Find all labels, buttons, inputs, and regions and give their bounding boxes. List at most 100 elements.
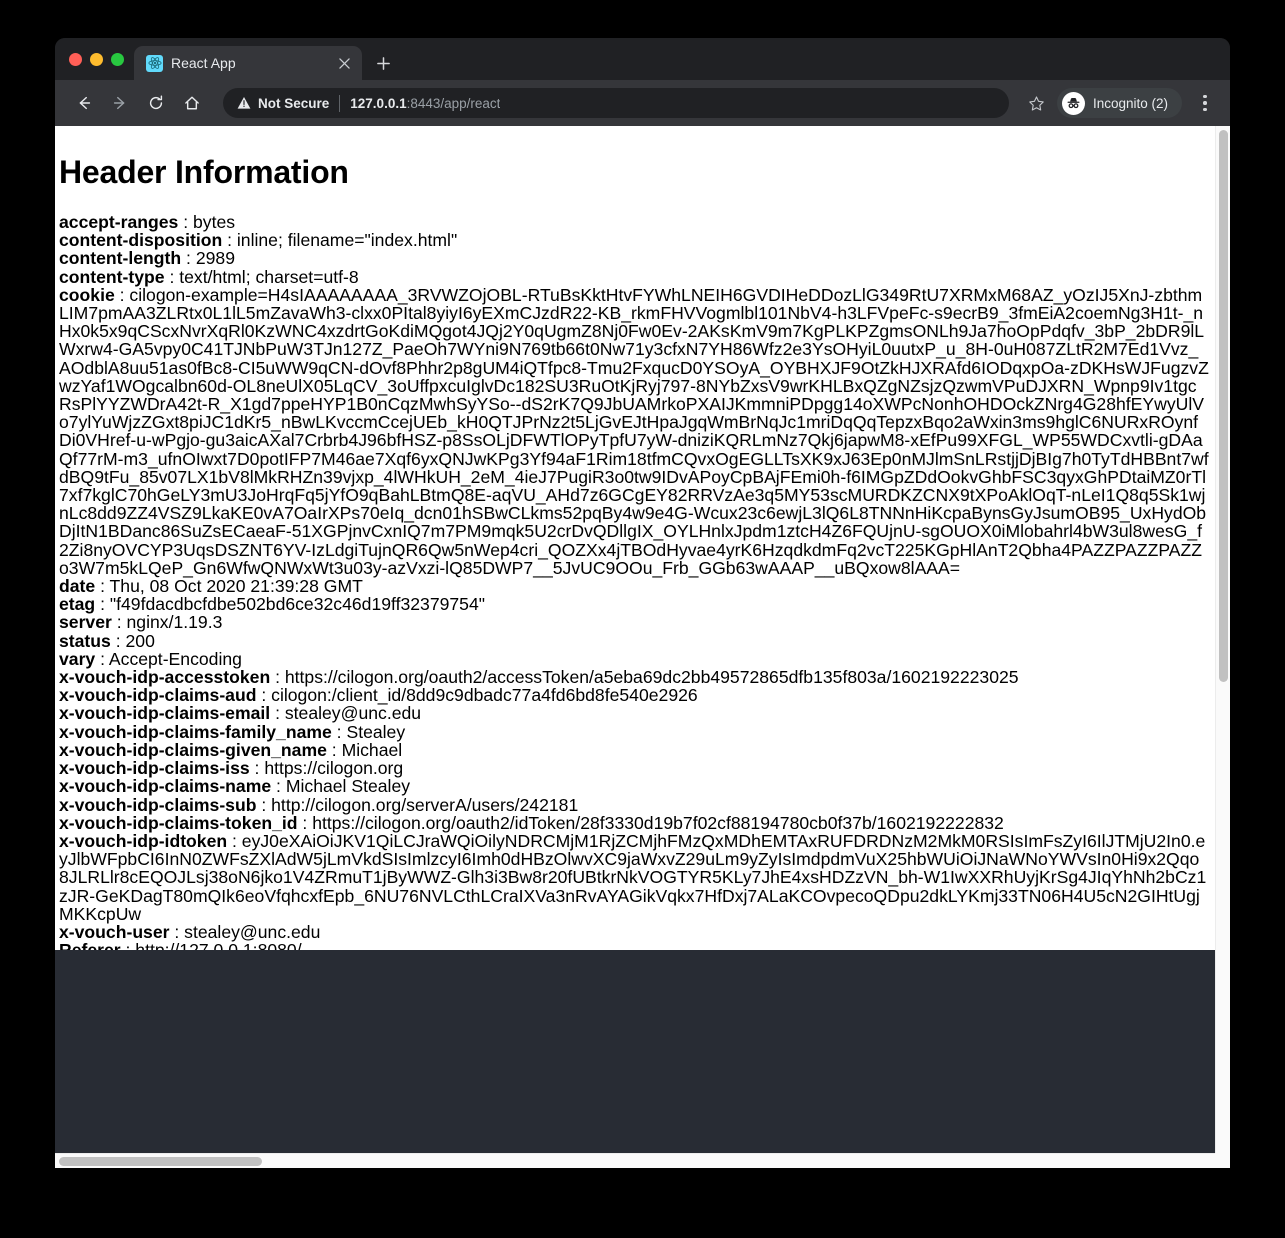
- header-separator: :: [95, 576, 110, 597]
- forward-button[interactable]: [105, 88, 135, 118]
- web-page: Header Information accept-ranges : bytes…: [55, 126, 1215, 1153]
- header-value: Michael Stealey: [285, 776, 411, 797]
- url-text[interactable]: 127.0.0.1:8443/app/react: [350, 96, 500, 111]
- header-value: bytes: [192, 212, 236, 232]
- header-separator: :: [256, 685, 272, 706]
- header-value: http://cilogon.org/serverA/users/242181: [271, 794, 579, 815]
- header-separator: :: [181, 248, 196, 269]
- maximize-window-button[interactable]: [111, 52, 124, 66]
- header-value: Michael: [341, 739, 403, 760]
- header-key: accept-ranges: [59, 212, 179, 232]
- address-bar[interactable]: Not Secure 127.0.0.1:8443/app/react: [223, 88, 1009, 118]
- browser-tab[interactable]: React App: [134, 46, 362, 80]
- scrollbar-corner: [1215, 1153, 1230, 1168]
- header-separator: :: [326, 739, 342, 760]
- header-row: x-vouch-idp-accesstoken : https://cilogo…: [59, 668, 1209, 686]
- header-key: x-vouch-idp-claims-family_name: [59, 721, 332, 742]
- reload-button[interactable]: [141, 88, 171, 118]
- home-button[interactable]: [177, 88, 207, 118]
- header-separator: :: [271, 776, 286, 797]
- incognito-icon: [1061, 91, 1085, 115]
- header-separator: :: [169, 921, 185, 942]
- header-key: x-vouch-idp-claims-name: [59, 776, 272, 797]
- header-separator: :: [110, 630, 126, 651]
- page-content-area: Header Information accept-ranges : bytes…: [55, 126, 1215, 950]
- three-dots-vertical-icon[interactable]: [1192, 88, 1218, 118]
- vertical-scrollbar[interactable]: [1215, 126, 1230, 1153]
- url-host: 127.0.0.1: [350, 95, 407, 111]
- header-value: https://cilogon.org/oauth2/accessToken/a…: [284, 667, 1019, 688]
- tab-title: React App: [171, 55, 236, 71]
- header-value: cilogon:/client_id/8dd9c9dbadc77a4fd6bd8…: [271, 685, 698, 706]
- header-separator: :: [270, 667, 285, 688]
- header-value: https://cilogon.org: [264, 758, 404, 779]
- header-value: http://127.0.0.1:8080/: [135, 940, 301, 950]
- back-button[interactable]: [69, 88, 99, 118]
- header-separator: :: [227, 830, 242, 851]
- header-key: x-vouch-idp-claims-email: [59, 703, 271, 724]
- close-icon[interactable]: [334, 53, 354, 73]
- header-key: x-vouch-idp-claims-token_id: [59, 812, 298, 833]
- header-row: x-vouch-idp-claims-email : stealey@unc.e…: [59, 704, 1209, 722]
- header-row: vary : Accept-Encoding: [59, 650, 1209, 668]
- header-value: 200: [125, 630, 155, 651]
- header-row: x-vouch-idp-claims-aud : cilogon:/client…: [59, 686, 1209, 704]
- browser-window: React App Not Secure 127.0.0.1:8443/app/…: [55, 38, 1230, 1168]
- header-row: x-vouch-idp-claims-name : Michael Steale…: [59, 777, 1209, 795]
- incognito-label: Incognito (2): [1092, 95, 1168, 111]
- header-value: https://cilogon.org/oauth2/idToken/28f33…: [312, 812, 1004, 833]
- header-row: x-vouch-idp-claims-iss : https://cilogon…: [59, 759, 1209, 777]
- header-value: cilogon-example=H4sIAAAAAAAA_3RVWZOjOBL-…: [59, 284, 1209, 578]
- header-row: etag : "f49fdacdbcfdbe502bd6ce32c46d19ff…: [59, 595, 1209, 613]
- screenshot-root: React App Not Secure 127.0.0.1:8443/app/…: [0, 0, 1285, 1238]
- header-separator: :: [256, 794, 272, 815]
- header-value: text/html; charset=utf-8: [179, 266, 359, 287]
- header-row: x-vouch-idp-claims-sub : http://cilogon.…: [59, 794, 1209, 815]
- header-key: x-vouch-idp-claims-iss: [59, 758, 250, 779]
- header-row: x-vouch-idp-claims-family_name : Stealey: [59, 723, 1209, 741]
- header-row: date : Thu, 08 Oct 2020 21:39:28 GMT: [59, 577, 1209, 595]
- security-indicator[interactable]: Not Secure: [237, 96, 329, 111]
- header-value: Accept-Encoding: [108, 648, 242, 669]
- minimize-window-button[interactable]: [90, 52, 103, 66]
- header-separator: :: [222, 230, 237, 251]
- header-separator: :: [164, 266, 180, 287]
- header-row: x-vouch-idp-claims-given_name : Michael: [59, 741, 1209, 759]
- header-separator: :: [111, 612, 127, 633]
- header-value: stealey@unc.edu: [284, 703, 422, 724]
- header-key: x-vouch-idp-claims-aud: [59, 685, 257, 706]
- header-key: etag: [59, 594, 96, 615]
- header-value: stealey@unc.edu: [184, 921, 321, 942]
- header-separator: :: [297, 812, 313, 833]
- incognito-profile-chip[interactable]: Incognito (2): [1056, 88, 1182, 118]
- header-key: server: [59, 612, 112, 633]
- header-separator: :: [95, 594, 110, 615]
- header-separator: :: [270, 703, 285, 724]
- star-icon[interactable]: [1023, 89, 1051, 117]
- header-row: x-vouch-user : stealey@unc.edu: [59, 923, 1209, 941]
- header-key: status: [59, 630, 111, 651]
- header-separator: :: [331, 721, 347, 742]
- header-key: date: [59, 576, 96, 597]
- close-window-button[interactable]: [69, 52, 82, 66]
- header-value: nginx/1.19.3: [126, 612, 223, 633]
- header-separator: :: [178, 212, 193, 232]
- new-tab-button[interactable]: [368, 48, 398, 78]
- header-value: Thu, 08 Oct 2020 21:39:28 GMT: [109, 576, 363, 597]
- header-row: status : 200: [59, 632, 1209, 650]
- header-row: Referer : http://127.0.0.1:8080/: [59, 941, 1209, 950]
- header-row: content-type : text/html; charset=utf-8: [59, 268, 1209, 286]
- horizontal-scrollbar-thumb[interactable]: [59, 1157, 262, 1166]
- header-row: x-vouch-idp-claims-token_id : https://ci…: [59, 814, 1209, 832]
- header-row: x-vouch-idp-idtoken : eyJ0eXAiOiJKV1QiLC…: [59, 832, 1209, 923]
- header-row: content-length : 2989: [59, 249, 1209, 267]
- react-logo-icon: [146, 54, 163, 72]
- header-row: server : nginx/1.19.3: [59, 613, 1209, 631]
- vertical-scrollbar-thumb[interactable]: [1219, 130, 1228, 682]
- header-value: inline; filename="index.html": [236, 230, 458, 251]
- header-separator: :: [95, 648, 109, 669]
- horizontal-scrollbar[interactable]: [55, 1153, 1230, 1168]
- header-key: x-vouch-user: [59, 921, 170, 942]
- header-information-panel: Header Information accept-ranges : bytes…: [55, 154, 1215, 950]
- header-key: x-vouch-idp-claims-given_name: [59, 739, 327, 760]
